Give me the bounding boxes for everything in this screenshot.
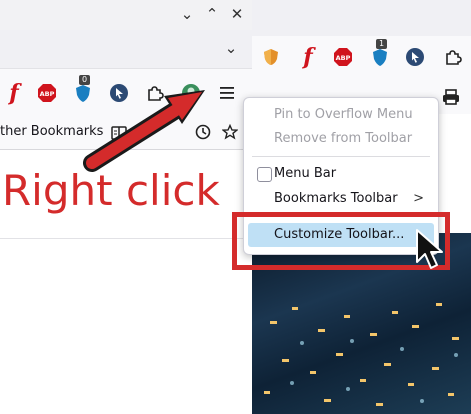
bookmarks-toolbar: ther Bookmarks	[0, 117, 252, 150]
close-button[interactable]: ✕	[228, 6, 246, 24]
minimize-button[interactable]: ⌄	[178, 6, 196, 24]
flash-icon[interactable]: f	[297, 44, 319, 70]
menu-item-bookmarks-toolbar[interactable]: Bookmarks Toolbar >	[248, 187, 434, 211]
content-divider	[0, 238, 252, 239]
bookmark-star-icon[interactable]	[221, 123, 239, 144]
menu-item-label: Menu Bar	[274, 166, 337, 181]
svg-text:ABP: ABP	[40, 90, 55, 98]
menu-item-label: Pin to Overflow Menu	[274, 107, 413, 122]
adblock-plus-icon[interactable]: ABP	[332, 46, 354, 68]
right-click-annotation: Right click	[2, 166, 220, 215]
ublock-icon[interactable]: 1	[369, 39, 391, 68]
menu-item-menu-bar[interactable]: Menu Bar	[248, 162, 434, 186]
menu-item-label: Bookmarks Toolbar	[274, 191, 398, 206]
reader-view-icon[interactable]	[111, 125, 127, 144]
menu-bar-checkbox[interactable]	[257, 167, 272, 182]
title-bar: ⌄ ⌃ ✕	[0, 0, 252, 30]
adblock-plus-icon[interactable]: ABP	[36, 82, 58, 104]
menu-item-label: Remove from Toolbar	[274, 131, 413, 146]
shield-icon[interactable]	[260, 46, 282, 68]
menu-separator	[252, 156, 430, 157]
history-clock-icon[interactable]	[195, 124, 211, 144]
ublock-icon[interactable]: 0	[72, 75, 94, 104]
maximize-button[interactable]: ⌃	[203, 6, 221, 24]
profile-avatar-icon[interactable]	[180, 82, 202, 104]
extensions-puzzle-icon[interactable]	[144, 82, 166, 104]
cursor-extension-icon[interactable]	[108, 82, 130, 104]
menu-item-pin-to-overflow: Pin to Overflow Menu	[248, 103, 434, 127]
flash-icon[interactable]: f	[3, 80, 25, 106]
printer-icon[interactable]	[442, 88, 460, 110]
other-bookmarks-folder[interactable]: ther Bookmarks	[0, 124, 103, 139]
cursor-extension-icon[interactable]	[404, 46, 426, 68]
tab-strip: ⌄	[0, 30, 252, 69]
hamburger-menu-icon[interactable]	[216, 82, 238, 104]
ublock-badge: 0	[79, 75, 91, 85]
submenu-arrow-icon: >	[413, 191, 424, 206]
background-toolbar: f ABP 1	[252, 36, 471, 78]
mouse-pointer-icon	[416, 229, 443, 269]
ublock-badge: 1	[376, 39, 388, 49]
menu-item-remove-from-toolbar: Remove from Toolbar	[248, 127, 434, 151]
svg-text:ABP: ABP	[336, 54, 351, 62]
navigation-toolbar: f ABP 0	[0, 69, 252, 117]
extensions-puzzle-icon[interactable]	[442, 46, 464, 68]
list-all-tabs-button[interactable]: ⌄	[222, 40, 240, 58]
